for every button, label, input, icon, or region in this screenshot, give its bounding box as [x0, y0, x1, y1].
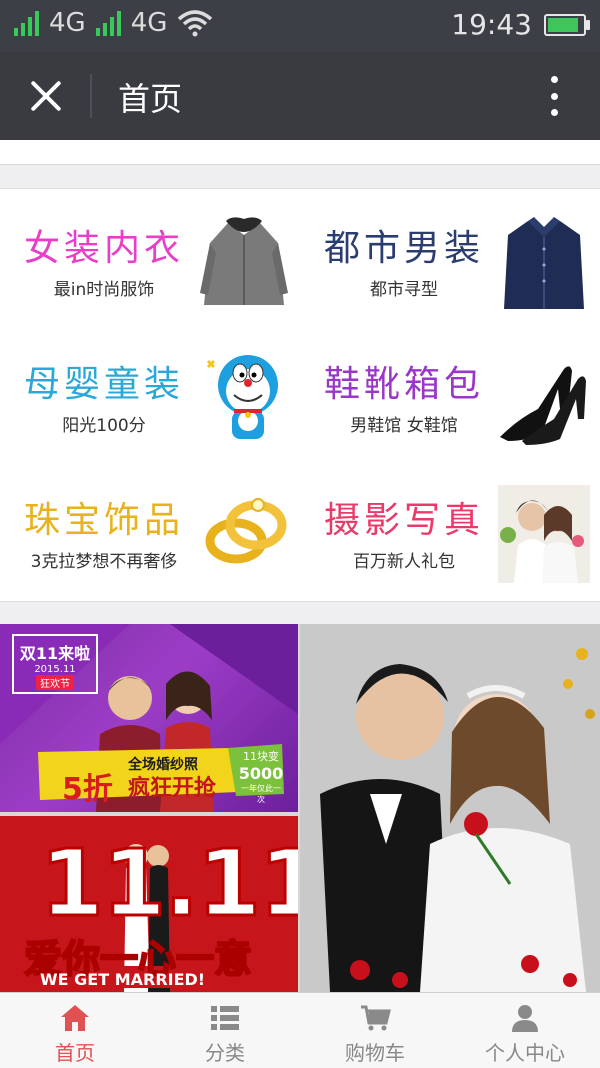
logo-date: 2015.11: [34, 664, 76, 675]
category-title: 鞋靴箱包: [323, 364, 484, 405]
more-options-icon[interactable]: [548, 76, 560, 116]
nav-label: 购物车: [345, 1041, 405, 1065]
category-kids[interactable]: 母婴童装 阳光100分: [10, 337, 290, 447]
page-title: 首页: [118, 80, 183, 118]
status-bar: 4G 4G 19:43: [0, 0, 600, 52]
big-number: 11.11: [38, 830, 298, 937]
promo-banner-double11[interactable]: 双11来啦 2015.11 狂欢节 5折 全场婚纱照 疯狂开抢 11块变 500…: [0, 624, 298, 812]
signal-icon: [95, 10, 121, 36]
signal-icon: [14, 10, 39, 36]
nav-profile[interactable]: 个人中心: [450, 993, 600, 1068]
shirt-icon: [504, 217, 584, 309]
wifi-icon: [178, 10, 213, 37]
category-title: 摄影写真: [323, 500, 484, 541]
status-left: 4G 4G: [14, 8, 213, 38]
title-bar: 首页: [0, 52, 600, 140]
status-right: 19:43: [451, 8, 590, 41]
slogan-line-2: 疯狂开抢: [128, 776, 217, 801]
badge-line-2: 5000: [238, 764, 284, 783]
price-badge: 11块变 5000 一年仅此一次: [238, 748, 284, 805]
category-title: 珠宝饰品: [23, 500, 184, 541]
user-icon: [512, 1005, 538, 1032]
network-type-2: 4G: [130, 8, 168, 38]
nav-home[interactable]: 首页: [0, 993, 150, 1068]
battery-icon: [544, 13, 590, 36]
badge-line-3: 一年仅此一次: [241, 784, 281, 804]
category-title: 女装内衣: [23, 228, 184, 269]
english-slogan: WE GET MARRIED!: [40, 970, 206, 989]
heels-icon: [500, 366, 586, 445]
category-subtitle: 百万新人礼包: [353, 552, 455, 572]
nav-category[interactable]: 分类: [150, 993, 300, 1068]
category-subtitle: 阳光100分: [62, 416, 146, 436]
badge-line-1: 11块变: [243, 750, 279, 763]
logo-text: 双11来啦: [19, 644, 91, 663]
category-womens[interactable]: 女装内衣 最in时尚服饰: [10, 201, 290, 311]
coat-icon: [200, 217, 288, 305]
category-title: 都市男装: [323, 228, 484, 269]
photo-icon: [498, 485, 590, 583]
category-jewelry[interactable]: 珠宝饰品 3克拉梦想不再奢侈: [10, 473, 290, 583]
double11-logo: 双11来啦 2015.11 狂欢节: [12, 634, 98, 694]
category-photography[interactable]: 摄影写真 百万新人礼包: [310, 473, 590, 583]
category-subtitle: 3克拉梦想不再奢侈: [30, 552, 178, 572]
home-icon: [61, 1005, 89, 1031]
wedding-couple-image: [300, 624, 600, 992]
banner-area: 双11来啦 2015.11 狂欢节 5折 全场婚纱照 疯狂开抢 11块变 500…: [0, 624, 600, 992]
category-shoes[interactable]: 鞋靴箱包 男鞋馆 女鞋馆: [310, 337, 590, 447]
doraemon-icon: [206, 355, 278, 439]
cart-icon: [361, 1005, 391, 1031]
top-strip: [0, 140, 600, 165]
close-button[interactable]: [22, 72, 70, 120]
category-subtitle: 都市寻型: [370, 280, 438, 300]
category-title: 母婴童装: [23, 364, 184, 405]
network-type-1: 4G: [49, 8, 86, 38]
clock: 19:43: [451, 8, 532, 41]
category-subtitle: 男鞋馆 女鞋馆: [350, 416, 458, 436]
divider: [90, 74, 92, 118]
promo-banner-1111[interactable]: 11.11 爱你一心一意 WE GET MARRIED!: [0, 816, 298, 992]
category-mens[interactable]: 都市男装 都市寻型: [310, 201, 590, 311]
category-subtitle: 最in时尚服饰: [53, 280, 155, 300]
logo-tag: 狂欢节: [36, 675, 74, 690]
bottom-nav: 首页 分类 购物车 个人中心: [0, 992, 600, 1068]
nav-label: 个人中心: [485, 1041, 565, 1065]
nav-cart[interactable]: 购物车: [300, 993, 450, 1068]
wedding-photo-banner[interactable]: [300, 624, 600, 992]
list-icon: [211, 1006, 239, 1030]
discount-text: 5折: [62, 772, 113, 807]
ring-icon: [205, 498, 287, 564]
category-panel: 女装内衣 最in时尚服饰 都市男装 都市寻型 母婴童装 阳光100分 鞋靴箱包 …: [0, 188, 600, 602]
nav-label: 分类: [205, 1041, 245, 1065]
nav-label: 首页: [55, 1041, 95, 1065]
